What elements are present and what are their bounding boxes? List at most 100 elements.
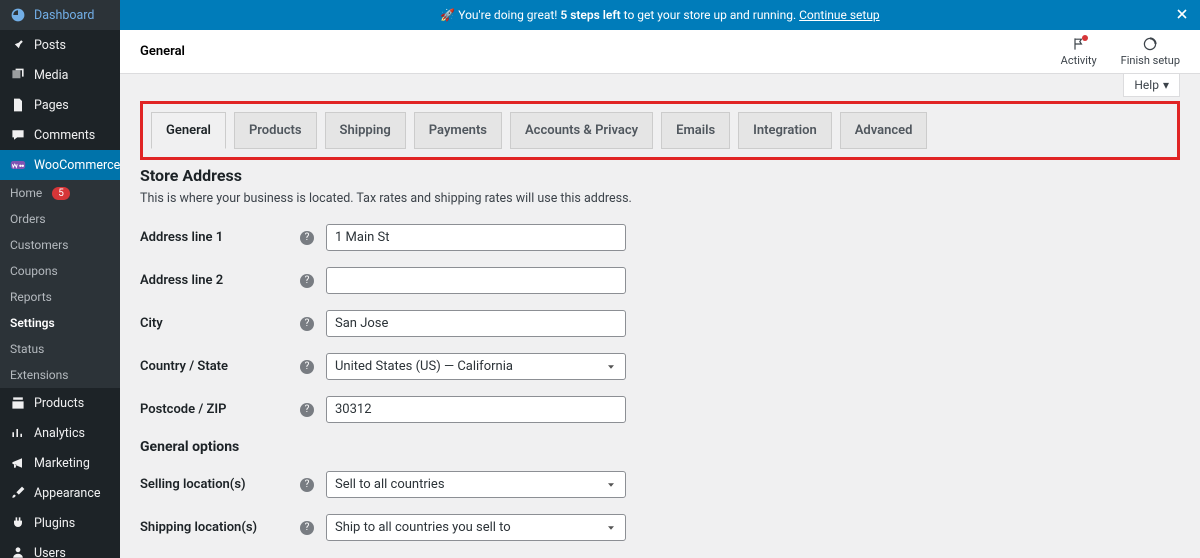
help-tab-row: Help ▾	[120, 74, 1200, 97]
tab-products[interactable]: Products	[234, 112, 317, 149]
page-title: General	[140, 44, 185, 59]
content-scroll: General Products Shipping Payments Accou…	[120, 97, 1200, 558]
submenu-coupons[interactable]: Coupons	[0, 258, 120, 284]
submenu-status[interactable]: Status	[0, 336, 120, 362]
input-address1[interactable]	[326, 224, 626, 251]
help-icon[interactable]: ?	[300, 274, 314, 288]
sidebar-label: Marketing	[34, 456, 90, 471]
sidebar-item-appearance[interactable]: Appearance	[0, 478, 120, 508]
sidebar-label: Products	[34, 396, 84, 411]
sidebar-item-comments[interactable]: Comments	[0, 120, 120, 150]
submenu-label: Settings	[10, 316, 55, 330]
dashboard-icon	[10, 7, 26, 23]
sidebar-item-products[interactable]: Products	[0, 388, 120, 418]
chevron-down-icon	[605, 479, 617, 491]
users-icon	[10, 545, 26, 558]
help-icon[interactable]: ?	[300, 403, 314, 417]
products-icon	[10, 395, 26, 411]
select-country-value: United States (US) — California	[335, 359, 513, 374]
chevron-down-icon	[605, 522, 617, 534]
submenu-home[interactable]: Home 5	[0, 180, 120, 206]
sidebar-item-pages[interactable]: Pages	[0, 90, 120, 120]
sidebar-label: WooCommerce	[34, 158, 120, 173]
submenu-customers[interactable]: Customers	[0, 232, 120, 258]
row-address1: Address line 1 ?	[140, 224, 1180, 251]
main-area: 🚀 You're doing great! 5 steps left to ge…	[120, 0, 1200, 558]
finish-label: Finish setup	[1121, 54, 1180, 67]
topbar-steps: 5 steps left	[560, 8, 620, 22]
help-icon[interactable]: ?	[300, 360, 314, 374]
flag-icon	[1071, 36, 1087, 52]
input-city[interactable]	[326, 310, 626, 337]
help-icon[interactable]: ?	[300, 317, 314, 331]
notification-dot	[1082, 35, 1088, 41]
settings-tabs: General Products Shipping Payments Accou…	[140, 101, 1180, 160]
tab-integration[interactable]: Integration	[738, 112, 832, 149]
sidebar-label: Analytics	[34, 426, 85, 441]
sidebar-label: Dashboard	[34, 8, 94, 23]
close-icon[interactable]	[1174, 6, 1190, 22]
progress-circle-icon	[1142, 36, 1158, 52]
label-postcode: Postcode / ZIP	[140, 402, 300, 417]
tab-shipping[interactable]: Shipping	[325, 112, 406, 149]
header-actions: Activity Finish setup	[1061, 36, 1180, 67]
row-shipping: Shipping location(s) ? Ship to all count…	[140, 514, 1180, 541]
general-options-heading: General options	[140, 439, 1180, 455]
label-city: City	[140, 316, 300, 331]
media-icon	[10, 67, 26, 83]
sidebar-label: Media	[34, 68, 68, 83]
page-icon	[10, 97, 26, 113]
sidebar-item-marketing[interactable]: Marketing	[0, 448, 120, 478]
row-selling: Selling location(s) ? Sell to all countr…	[140, 471, 1180, 498]
sidebar-item-media[interactable]: Media	[0, 60, 120, 90]
tab-general[interactable]: General	[151, 112, 226, 149]
input-postcode[interactable]	[326, 396, 626, 423]
continue-setup-link[interactable]: Continue setup	[799, 8, 880, 22]
analytics-icon	[10, 425, 26, 441]
select-country[interactable]: United States (US) — California	[326, 353, 626, 380]
select-selling[interactable]: Sell to all countries	[326, 471, 626, 498]
topbar-text2: to get your store up and running.	[624, 8, 796, 22]
sidebar-label: Comments	[34, 128, 95, 143]
activity-button[interactable]: Activity	[1061, 36, 1097, 67]
sidebar-item-analytics[interactable]: Analytics	[0, 418, 120, 448]
comment-icon	[10, 127, 26, 143]
submenu-label: Customers	[10, 238, 68, 252]
header-bar: General Activity Finish setup	[120, 30, 1200, 74]
sidebar-item-dashboard[interactable]: Dashboard	[0, 0, 120, 30]
label-selling: Selling location(s)	[140, 477, 300, 492]
submenu-orders[interactable]: Orders	[0, 206, 120, 232]
activity-label: Activity	[1061, 54, 1097, 67]
help-icon[interactable]: ?	[300, 478, 314, 492]
woocommerce-submenu: Home 5 Orders Customers Coupons Reports …	[0, 180, 120, 388]
admin-sidebar: Dashboard Posts Media Pages Comments Woo…	[0, 0, 120, 558]
tab-advanced[interactable]: Advanced	[840, 112, 928, 149]
submenu-extensions[interactable]: Extensions	[0, 362, 120, 388]
label-shipping: Shipping location(s)	[140, 520, 300, 535]
label-country: Country / State	[140, 359, 300, 374]
help-dropdown[interactable]: Help ▾	[1123, 74, 1180, 97]
select-shipping[interactable]: Ship to all countries you sell to	[326, 514, 626, 541]
submenu-label: Coupons	[10, 264, 58, 278]
sidebar-label: Posts	[34, 38, 66, 53]
submenu-label: Orders	[10, 212, 46, 226]
finish-setup-button[interactable]: Finish setup	[1121, 36, 1180, 67]
input-address2[interactable]	[326, 267, 626, 294]
plug-icon	[10, 515, 26, 531]
sidebar-item-users[interactable]: Users	[0, 538, 120, 558]
sidebar-item-posts[interactable]: Posts	[0, 30, 120, 60]
help-icon[interactable]: ?	[300, 521, 314, 535]
store-address-desc: This is where your business is located. …	[140, 191, 1180, 206]
pin-icon	[10, 37, 26, 53]
tab-accounts-privacy[interactable]: Accounts & Privacy	[510, 112, 653, 149]
submenu-reports[interactable]: Reports	[0, 284, 120, 310]
tab-emails[interactable]: Emails	[661, 112, 730, 149]
chevron-down-icon	[605, 361, 617, 373]
tab-payments[interactable]: Payments	[414, 112, 502, 149]
row-postcode: Postcode / ZIP ?	[140, 396, 1180, 423]
row-city: City ?	[140, 310, 1180, 337]
submenu-settings[interactable]: Settings	[0, 310, 120, 336]
sidebar-item-woocommerce[interactable]: WooCommerce	[0, 150, 120, 180]
sidebar-item-plugins[interactable]: Plugins	[0, 508, 120, 538]
help-icon[interactable]: ?	[300, 231, 314, 245]
